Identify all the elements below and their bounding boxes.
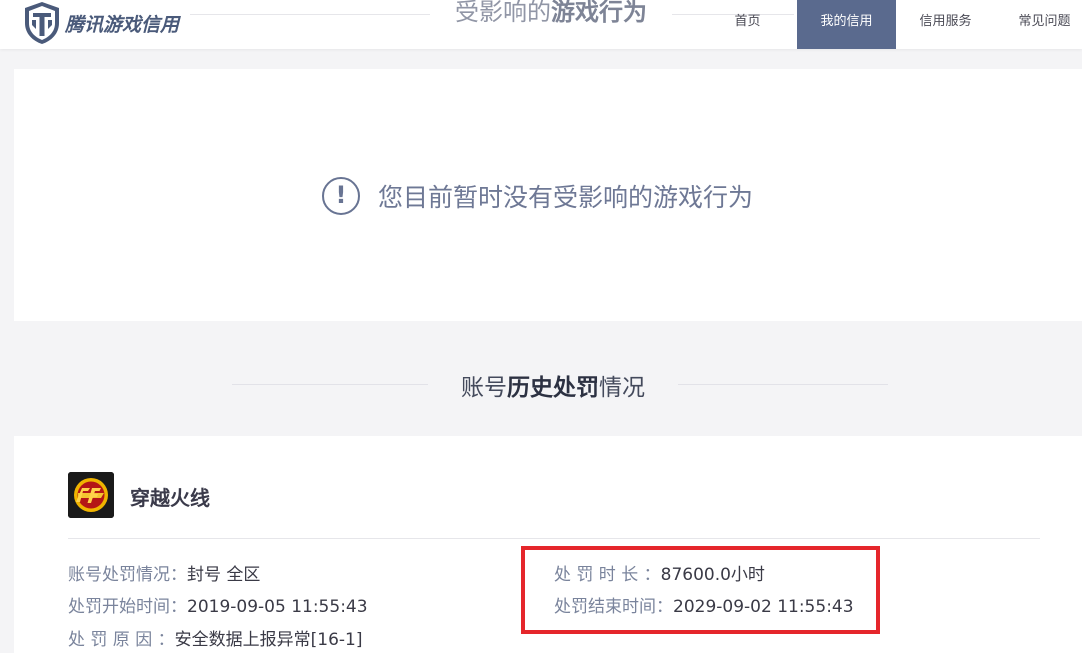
nav-my-credit[interactable]: 我的信用 — [797, 0, 896, 49]
exclamation-circle-icon: ! — [322, 177, 360, 215]
crossfire-cf-icon — [68, 472, 114, 518]
page: 腾讯游戏信用 受影响的游戏行为 首页 我的信用 信用服务 常见问题 ! 您目前暂… — [0, 0, 1082, 653]
nav-home[interactable]: 首页 — [698, 0, 797, 49]
highlight-annotation-box — [521, 546, 880, 634]
notice-card: ! 您目前暂时没有受影响的游戏行为 — [14, 69, 1082, 321]
game-name: 穿越火线 — [130, 486, 210, 510]
nav-credit-service[interactable]: 信用服务 — [896, 0, 995, 49]
start-time-label: 处罚开始时间： — [68, 597, 187, 617]
history-divider-left — [232, 384, 428, 385]
logo[interactable]: 腾讯游戏信用 — [22, 0, 179, 46]
history-divider-right — [678, 384, 888, 385]
history-title-suffix: 情况 — [599, 375, 645, 401]
crossfire-game-icon — [68, 472, 114, 518]
history-section-title: 账号历史处罚情况 — [428, 368, 678, 401]
account-status-label: 账号处罚情况： — [68, 565, 187, 585]
nav-faq[interactable]: 常见问题 — [995, 0, 1082, 49]
history-title-bold: 历史处罚 — [507, 375, 599, 401]
account-status-row: 账号处罚情况：封号 全区 — [68, 564, 260, 586]
section-title-bold: 游戏行为 — [551, 0, 647, 26]
logo-text: 腾讯游戏信用 — [65, 13, 180, 36]
account-status-value: 封号 全区 — [187, 565, 261, 585]
notice-message: 您目前暂时没有受影响的游戏行为 — [378, 183, 754, 212]
section-title-affected: 受影响的游戏行为 — [420, 0, 682, 32]
main-nav: 首页 我的信用 信用服务 常见问题 — [698, 0, 1082, 49]
start-time-value: 2019-09-05 11:55:43 — [187, 597, 368, 617]
start-time-row: 处罚开始时间：2019-09-05 11:55:43 — [68, 596, 368, 618]
shield-logo-icon — [25, 2, 59, 44]
section-title-prefix: 受影响的 — [455, 0, 551, 26]
history-title-prefix: 账号 — [461, 375, 507, 401]
card-divider — [68, 538, 1040, 539]
empty-notice: ! 您目前暂时没有受影响的游戏行为 — [322, 177, 754, 215]
reason-label: 处 罚 原 因 ： — [68, 630, 175, 650]
top-header: 腾讯游戏信用 受影响的游戏行为 首页 我的信用 信用服务 常见问题 — [0, 0, 1082, 49]
reason-row: 处 罚 原 因 ：安全数据上报异常[16-1] — [68, 629, 362, 651]
header-divider-left — [190, 14, 430, 15]
reason-value: 安全数据上报异常[16-1] — [174, 630, 363, 650]
